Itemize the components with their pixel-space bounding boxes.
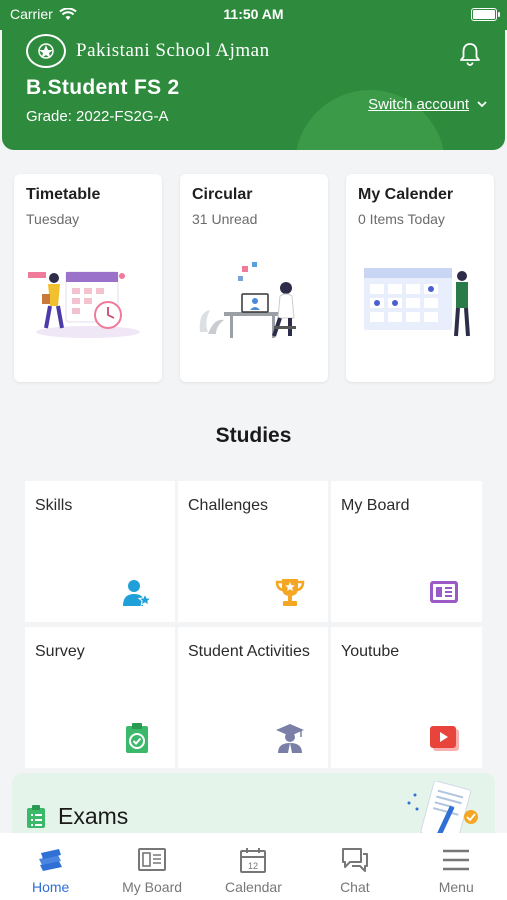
my-calender-card[interactable]: My Calender 0 Items Today xyxy=(346,174,494,382)
tab-label: Calendar xyxy=(225,879,282,895)
challenges-tile[interactable]: Challenges xyxy=(178,481,328,622)
card-subtitle: Tuesday xyxy=(26,211,80,227)
studies-heading: Studies xyxy=(215,424,292,447)
tile-label: Skills xyxy=(35,497,73,514)
tab-label: Chat xyxy=(340,879,370,895)
my-board-tile[interactable]: My Board xyxy=(331,481,482,622)
card-title: Timetable xyxy=(26,186,101,203)
skills-tile[interactable]: Skills xyxy=(25,481,175,622)
switch-account-label: Switch account xyxy=(368,96,469,113)
exam-paper-illustration-icon xyxy=(407,781,478,841)
tile-label: Survey xyxy=(35,643,85,660)
tile-label: Student Activities xyxy=(188,643,310,660)
profile-header: Pakistani School Ajman B.Student FS 2 Gr… xyxy=(2,30,505,150)
graduate-icon xyxy=(276,724,304,753)
tile-label: Challenges xyxy=(188,497,269,514)
tile-label: Youtube xyxy=(341,643,400,660)
circular-illustration-icon xyxy=(199,262,296,338)
board-icon xyxy=(138,848,167,871)
notification-bell-icon[interactable] xyxy=(459,42,481,66)
tab-label: My Board xyxy=(122,879,183,895)
calendar-icon: 12 xyxy=(240,848,267,873)
tile-label: My Board xyxy=(341,497,410,514)
video-play-icon xyxy=(430,726,459,751)
chevron-down-icon xyxy=(477,101,487,108)
timetable-illustration-icon xyxy=(28,271,140,338)
exam-clipboard-icon xyxy=(27,805,45,828)
board-icon xyxy=(430,581,458,603)
menu-icon xyxy=(443,849,470,871)
circular-card[interactable]: Circular 31 Unread xyxy=(180,174,328,382)
card-title: Circular xyxy=(192,186,253,203)
clipboard-check-icon xyxy=(126,723,148,753)
books-icon xyxy=(38,849,62,871)
svg-text:12: 12 xyxy=(248,861,258,871)
calendar-illustration-icon xyxy=(364,268,470,337)
card-subtitle: 31 Unread xyxy=(192,211,258,227)
user-star-icon xyxy=(123,580,153,607)
status-time: 11:50 AM xyxy=(223,6,284,22)
studies-grid: Skills Challenges My Board Survey Studen… xyxy=(25,481,482,768)
tab-chat[interactable]: Chat xyxy=(310,847,400,895)
survey-tile[interactable]: Survey xyxy=(25,627,175,768)
switch-account-button[interactable]: Switch account xyxy=(368,96,487,113)
school-branding: Pakistani School Ajman xyxy=(26,34,270,68)
tab-menu[interactable]: Menu xyxy=(411,847,501,895)
student-grade: Grade: 2022-FS2G-A xyxy=(26,108,169,125)
summary-cards: Timetable Tuesday Circular 31 Unread My … xyxy=(14,174,494,382)
trophy-icon xyxy=(275,579,305,606)
timetable-card[interactable]: Timetable Tuesday xyxy=(14,174,162,382)
bottom-tab-bar: Home My Board 12 Calendar Chat Menu xyxy=(0,833,507,900)
tab-my-board[interactable]: My Board xyxy=(107,847,197,895)
exams-label: Exams xyxy=(58,803,129,829)
tab-home[interactable]: Home xyxy=(6,847,96,895)
tab-label: Home xyxy=(32,879,70,895)
school-logo-icon xyxy=(26,34,66,68)
tab-calendar[interactable]: 12 Calendar xyxy=(208,847,298,895)
chat-icon xyxy=(341,848,368,872)
battery-icon xyxy=(471,8,500,21)
student-name: B.Student FS 2 xyxy=(26,76,180,99)
status-bar: Carrier 11:50 AM xyxy=(0,0,507,30)
tab-label: Menu xyxy=(438,879,474,895)
card-subtitle: 0 Items Today xyxy=(358,211,445,227)
school-name: Pakistani School Ajman xyxy=(76,40,270,61)
youtube-tile[interactable]: Youtube xyxy=(331,627,482,768)
card-title: My Calender xyxy=(358,186,454,203)
student-activities-tile[interactable]: Student Activities xyxy=(178,627,328,768)
